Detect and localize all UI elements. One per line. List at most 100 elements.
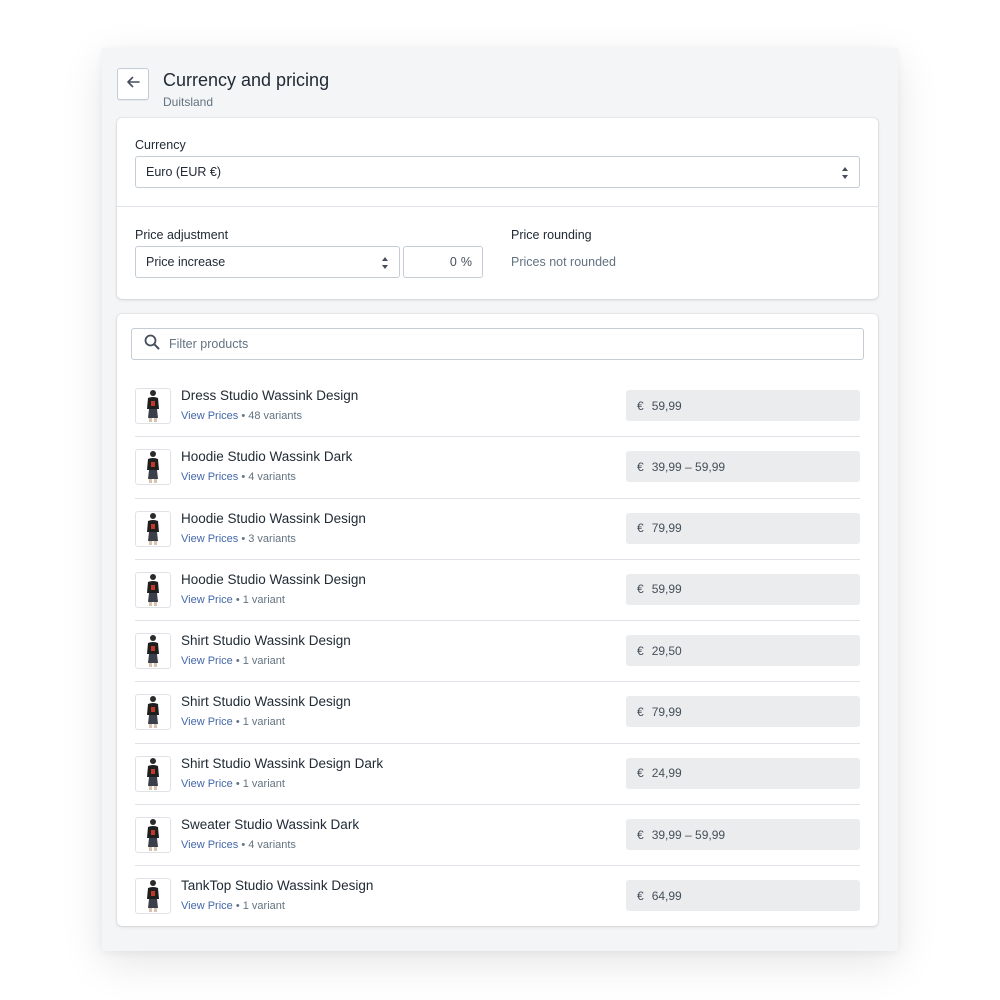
- price-value: 64,99: [651, 888, 682, 903]
- page-title: Currency and pricing: [163, 70, 330, 90]
- product-meta: View Price • 1 variant: [181, 594, 285, 606]
- percent-suffix: %: [460, 255, 472, 269]
- currency-select-value: Euro (EUR €): [146, 165, 222, 179]
- price-value: 79,99: [651, 704, 682, 719]
- product-name: TankTop Studio Wassink Design: [181, 878, 374, 894]
- product-row: Hoodie Studio Wassink Design View Price …: [135, 560, 860, 622]
- price-value: 29,50: [651, 643, 682, 658]
- price-adjustment-value: Price increase: [146, 255, 226, 269]
- product-row: Sweater Studio Wassink Dark View Prices …: [135, 805, 860, 867]
- product-meta: View Prices • 4 variants: [181, 471, 296, 483]
- price-adjustment-percent-input[interactable]: 0 %: [403, 246, 483, 278]
- product-row: TankTop Studio Wassink Design View Price…: [135, 866, 860, 927]
- product-name: Shirt Studio Wassink Design: [181, 633, 351, 649]
- product-name: Dress Studio Wassink Design: [181, 388, 359, 403]
- product-name: Shirt Studio Wassink Design: [181, 694, 351, 710]
- product-meta: View Price • 1 variant: [181, 900, 285, 912]
- product-row: Dress Studio Wassink Design View Prices …: [135, 376, 860, 438]
- variant-count: • 4 variants: [241, 839, 296, 852]
- currency-select[interactable]: Euro (EUR €): [135, 156, 860, 188]
- view-prices-link[interactable]: View Prices: [181, 839, 238, 851]
- currency-symbol: €: [637, 827, 644, 842]
- view-prices-link[interactable]: View Price: [181, 655, 233, 667]
- product-row: Hoodie Studio Wassink Dark View Prices •…: [135, 437, 860, 499]
- currency-symbol: €: [637, 521, 644, 536]
- select-arrows-icon: [381, 256, 389, 270]
- product-meta: View Prices • 48 variants: [181, 410, 302, 422]
- product-thumbnail: [135, 510, 171, 547]
- price-field: € 64,99: [626, 880, 860, 912]
- product-meta: View Prices • 3 variants: [181, 533, 296, 545]
- product-thumbnail: [135, 817, 171, 854]
- product-name: Hoodie Studio Wassink Dark: [181, 449, 353, 465]
- product-row: Shirt Studio Wassink Design View Price •…: [135, 621, 860, 683]
- product-meta: View Price • 1 variant: [181, 716, 285, 728]
- currency-symbol: €: [637, 766, 644, 781]
- view-prices-link[interactable]: View Prices: [181, 471, 238, 483]
- currency-symbol: €: [637, 704, 644, 719]
- product-thumbnail: [135, 571, 171, 608]
- product-name: Hoodie Studio Wassink Design: [181, 510, 366, 526]
- back-button[interactable]: [117, 68, 149, 100]
- variant-count: • 1 variant: [235, 716, 285, 729]
- price-field: € 39,99 – 59,99: [626, 819, 860, 851]
- view-prices-link[interactable]: View Price: [181, 716, 233, 728]
- product-row: Shirt Studio Wassink Design View Price •…: [135, 682, 860, 744]
- currency-symbol: €: [637, 398, 644, 413]
- search-icon: [144, 334, 160, 355]
- view-prices-link[interactable]: View Prices: [181, 533, 238, 545]
- price-field: € 59,99: [626, 390, 860, 421]
- price-value: 59,99: [651, 582, 682, 597]
- currency-label: Currency: [135, 138, 186, 152]
- price-field: € 29,50: [626, 635, 860, 667]
- price-rounding-value: Prices not rounded: [511, 255, 616, 269]
- arrow-left-icon: [125, 74, 141, 95]
- view-prices-link[interactable]: View Prices: [181, 410, 238, 422]
- view-prices-link[interactable]: View Price: [181, 778, 233, 790]
- price-adjustment-label: Price adjustment: [135, 228, 229, 242]
- product-name: Shirt Studio Wassink Design Dark: [181, 755, 384, 771]
- product-meta: View Prices • 4 variants: [181, 839, 296, 851]
- view-prices-link[interactable]: View Price: [181, 594, 233, 606]
- product-thumbnail: [135, 755, 171, 792]
- currency-symbol: €: [637, 582, 644, 597]
- search-field[interactable]: [131, 328, 864, 360]
- product-meta: View Price • 1 variant: [181, 655, 285, 667]
- product-meta: View Price • 1 variant: [181, 778, 285, 790]
- price-rounding-label: Price rounding: [511, 228, 592, 242]
- select-arrows-icon: [841, 166, 849, 180]
- price-adjustment-select[interactable]: Price increase: [135, 246, 400, 278]
- product-thumbnail: [135, 633, 171, 670]
- product-prices-card: Dress Studio Wassink Design View Prices …: [117, 314, 878, 926]
- percent-value: 0: [449, 255, 457, 269]
- product-thumbnail: [135, 449, 171, 486]
- variant-count: • 1 variant: [235, 777, 285, 790]
- product-row: Hoodie Studio Wassink Design View Prices…: [135, 499, 860, 560]
- page-subtitle: Duitsland: [163, 95, 214, 109]
- price-value: 39,99 – 59,99: [651, 827, 726, 842]
- product-name: Sweater Studio Wassink Dark: [181, 817, 360, 833]
- price-value: 39,99 – 59,99: [651, 459, 726, 474]
- variant-count: • 48 variants: [241, 410, 303, 422]
- price-field: € 24,99: [626, 757, 860, 789]
- page-header: Currency and pricing Duitsland: [117, 68, 877, 112]
- variant-count: • 3 variants: [241, 532, 296, 545]
- variant-count: • 1 variant: [235, 593, 285, 606]
- price-field: € 59,99: [626, 573, 860, 605]
- variant-count: • 1 variant: [235, 655, 285, 668]
- product-thumbnail: [135, 694, 171, 731]
- app-frame: Currency and pricing Duitsland Currency …: [102, 48, 898, 951]
- search-input[interactable]: [169, 337, 819, 351]
- price-field: € 39,99 – 59,99: [626, 451, 860, 483]
- product-row: Shirt Studio Wassink Design Dark View Pr…: [135, 744, 860, 806]
- currency-settings-card: Currency Euro (EUR €) Price adjustment P…: [117, 118, 878, 299]
- card-divider: [117, 206, 878, 207]
- price-value: 24,99: [651, 766, 682, 781]
- product-name: Hoodie Studio Wassink Design: [181, 571, 366, 587]
- currency-symbol: €: [637, 643, 644, 658]
- currency-symbol: €: [637, 888, 644, 903]
- price-value: 79,99: [651, 521, 682, 536]
- price-field: € 79,99: [626, 696, 860, 728]
- variant-count: • 4 variants: [241, 471, 296, 484]
- view-prices-link[interactable]: View Price: [181, 900, 233, 912]
